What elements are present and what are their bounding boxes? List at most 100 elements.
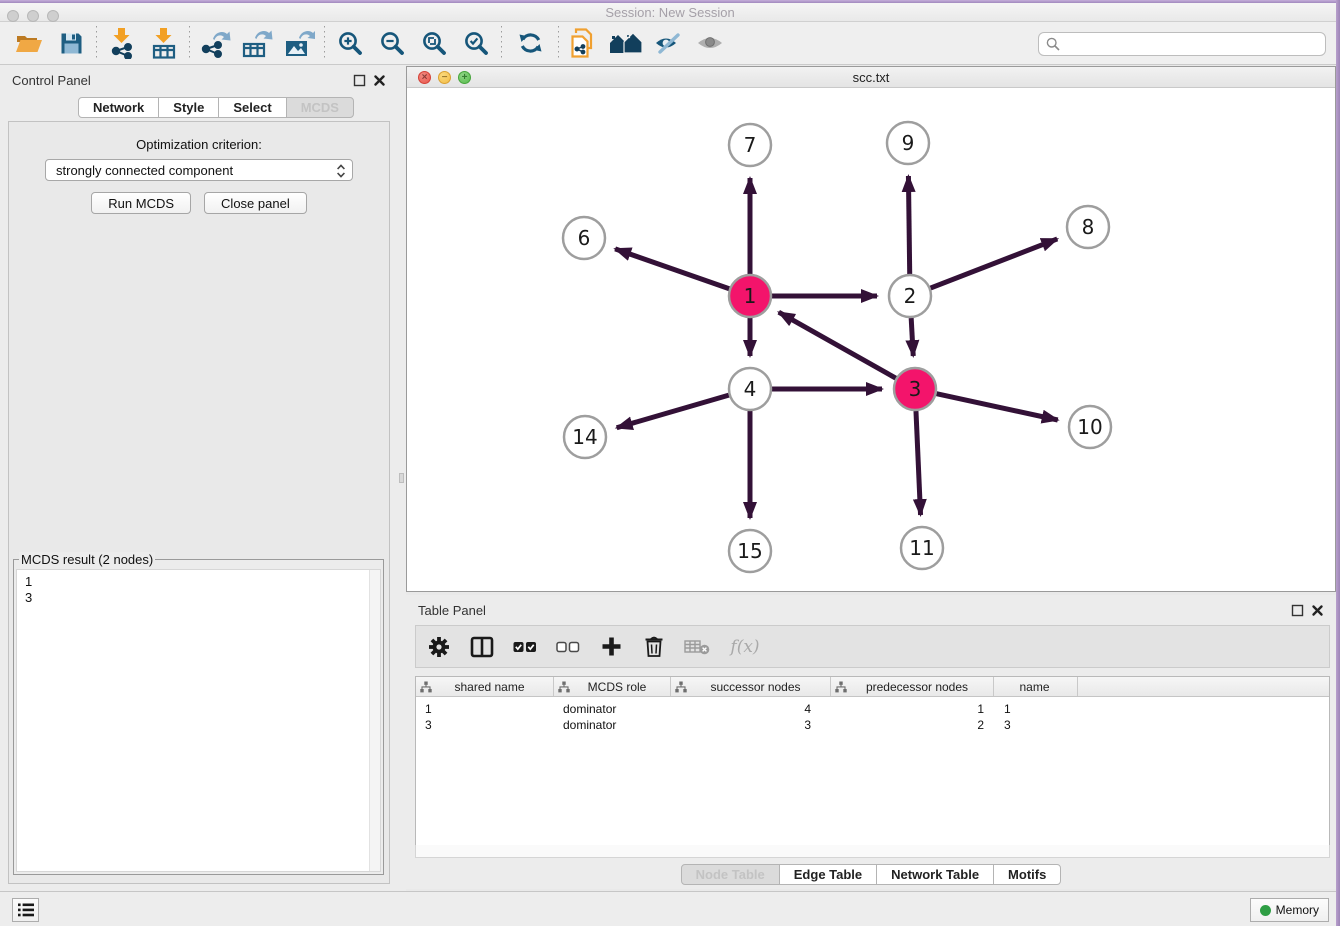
svg-text:7: 7 (744, 133, 757, 157)
toolbar-separator (96, 26, 97, 60)
float-panel-icon[interactable] (353, 74, 366, 87)
vertical-splitter[interactable] (398, 65, 406, 891)
tab-edge-table[interactable]: Edge Table (779, 864, 877, 885)
graph-edge-1-6[interactable] (615, 249, 729, 289)
mcds-panel-body: Optimization criterion: strongly connect… (8, 121, 390, 884)
graph-edge-3-11[interactable] (916, 411, 921, 515)
svg-text:2: 2 (904, 284, 917, 308)
graph-node-1[interactable]: 1 (729, 275, 771, 317)
table-settings-button[interactable] (426, 636, 452, 658)
column-header-mcds-role[interactable]: MCDS role (554, 677, 671, 696)
network-graph: 7 9 6 8 1 2 4 3 14 10 15 11 (407, 88, 1335, 591)
float-panel-icon[interactable] (1291, 604, 1304, 617)
gear-icon (428, 636, 450, 658)
column-header-name[interactable]: name (994, 677, 1078, 696)
splitter-handle[interactable] (399, 473, 404, 483)
toolbar-separator (501, 26, 502, 60)
column-header-shared-name[interactable]: shared name (416, 677, 554, 696)
control-panel-tabs: Network Style Select MCDS (78, 97, 354, 118)
graph-edge-3-10[interactable] (936, 394, 1057, 420)
select-all-button[interactable] (512, 641, 538, 653)
tab-network[interactable]: Network (78, 97, 159, 118)
graph-node-11[interactable]: 11 (901, 527, 943, 569)
table-row[interactable]: 1 dominator 4 1 1 (416, 701, 1329, 717)
svg-text:1: 1 (744, 284, 757, 308)
tab-network-table[interactable]: Network Table (876, 864, 994, 885)
zoom-in-button[interactable] (329, 24, 371, 62)
tab-select[interactable]: Select (218, 97, 286, 118)
column-header-successor-nodes[interactable]: successor nodes (671, 677, 831, 696)
table-row[interactable]: 3 dominator 3 2 3 (416, 717, 1329, 733)
trash-icon (644, 635, 664, 658)
graph-edge-3-1[interactable] (779, 312, 896, 378)
run-mcds-button[interactable]: Run MCDS (91, 192, 191, 214)
graph-edge-2-8[interactable] (931, 239, 1058, 288)
search-input[interactable] (1064, 34, 1325, 54)
close-panel-icon[interactable] (1311, 604, 1324, 617)
search-box[interactable] (1038, 32, 1326, 56)
optimization-criterion-dropdown[interactable]: strongly connected component (45, 159, 353, 181)
show-all-button[interactable] (689, 24, 731, 62)
result-scrollbar[interactable] (369, 570, 380, 871)
tab-motifs[interactable]: Motifs (993, 864, 1061, 885)
tab-mcds[interactable]: MCDS (286, 97, 354, 118)
graph-node-14[interactable]: 14 (564, 416, 606, 458)
mcds-result-line: 1 (17, 574, 380, 590)
table-panel-tabs: Node Table Edge Table Network Table Moti… (406, 864, 1336, 885)
columns-icon (470, 636, 494, 658)
delete-table-button[interactable] (684, 638, 710, 656)
refresh-icon (517, 30, 544, 56)
column-header-predecessor-nodes[interactable]: predecessor nodes (831, 677, 994, 696)
copy-network-button[interactable] (563, 24, 605, 62)
graph-node-15[interactable]: 15 (729, 530, 771, 572)
zoom-fit-button[interactable] (413, 24, 455, 62)
graph-node-6[interactable]: 6 (563, 217, 605, 259)
refresh-button[interactable] (506, 24, 554, 62)
delete-column-button[interactable] (641, 635, 667, 658)
mcds-result-list[interactable]: 1 3 (16, 569, 381, 872)
graph-node-4[interactable]: 4 (729, 368, 771, 410)
zoom-out-button[interactable] (371, 24, 413, 62)
graph-node-7[interactable]: 7 (729, 124, 771, 166)
memory-button[interactable]: Memory (1250, 898, 1329, 922)
export-image-icon (283, 28, 315, 58)
graph-edge-2-9[interactable] (908, 176, 909, 274)
checked-boxes-icon (513, 641, 537, 653)
function-builder-button[interactable]: f(x) (727, 637, 763, 657)
graph-node-3[interactable]: 3 (894, 368, 936, 410)
desktop-edge-top (0, 0, 1340, 3)
svg-text:8: 8 (1082, 215, 1095, 239)
hide-selected-button[interactable] (647, 24, 689, 62)
graph-node-8[interactable]: 8 (1067, 206, 1109, 248)
close-panel-icon[interactable] (373, 74, 386, 87)
task-history-button[interactable] (12, 898, 39, 922)
delete-table-icon (684, 638, 710, 656)
add-column-button[interactable] (598, 636, 624, 657)
import-table-button[interactable] (143, 24, 185, 62)
network-canvas[interactable]: 7 9 6 8 1 2 4 3 14 10 15 11 (407, 88, 1335, 591)
export-network-button[interactable] (194, 24, 236, 62)
zoom-selected-button[interactable] (455, 24, 497, 62)
tab-node-table[interactable]: Node Table (681, 864, 780, 885)
graph-node-2[interactable]: 2 (889, 275, 931, 317)
network-window-titlebar[interactable]: × − + scc.txt (407, 67, 1335, 88)
export-image-button[interactable] (278, 24, 320, 62)
svg-text:10: 10 (1077, 415, 1102, 439)
open-session-button[interactable] (8, 24, 50, 62)
graph-node-9[interactable]: 9 (887, 122, 929, 164)
graph-node-10[interactable]: 10 (1069, 406, 1111, 448)
graph-edge-4-14[interactable] (617, 395, 729, 428)
import-network-button[interactable] (101, 24, 143, 62)
neighbors-button[interactable] (605, 24, 647, 62)
show-columns-button[interactable] (469, 636, 495, 658)
table-hscrollbar[interactable] (415, 845, 1330, 858)
graph-edge-2-3[interactable] (911, 318, 913, 356)
deselect-all-button[interactable] (555, 641, 581, 653)
close-panel-button[interactable]: Close panel (204, 192, 307, 214)
svg-text:14: 14 (572, 425, 597, 449)
save-session-button[interactable] (50, 24, 92, 62)
tab-style[interactable]: Style (158, 97, 219, 118)
hierarchy-icon (420, 681, 432, 693)
export-table-button[interactable] (236, 24, 278, 62)
zoom-fit-icon (421, 30, 448, 57)
